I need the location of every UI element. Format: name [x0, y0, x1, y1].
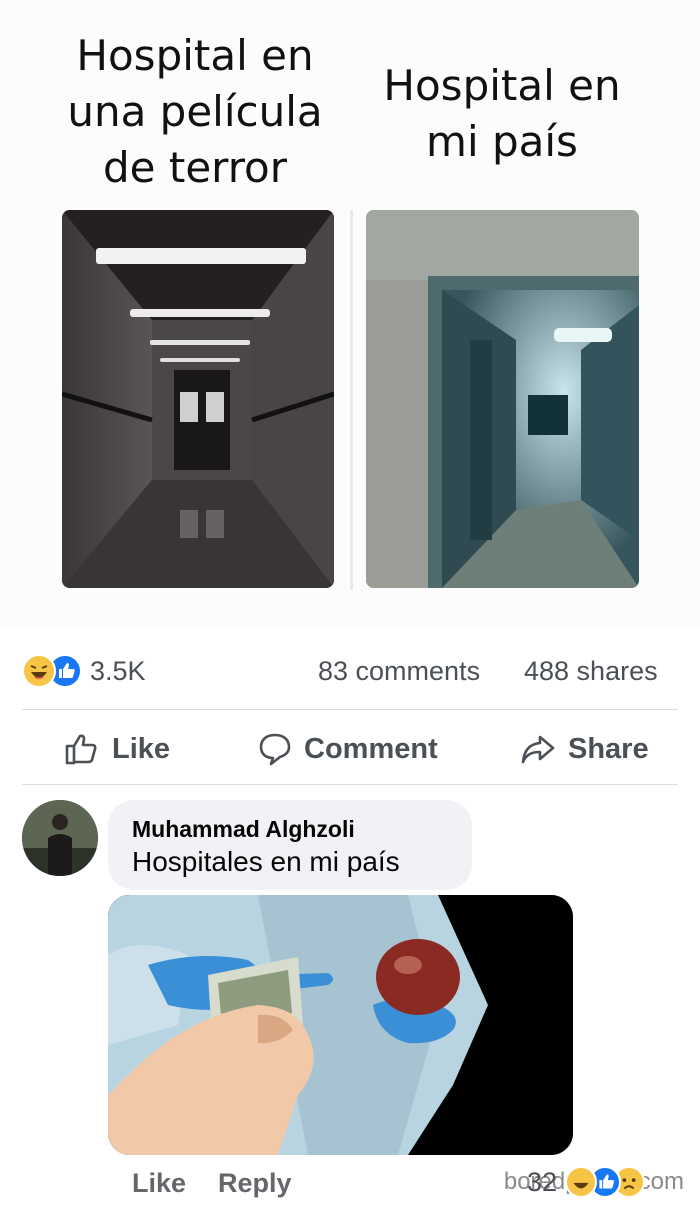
haha-reaction-icon [22, 654, 56, 688]
share-button-label: Share [568, 732, 649, 765]
meme-left-caption: Hospital en una película de terror [67, 31, 323, 192]
comment-text: Hospitales en mi país [132, 846, 400, 877]
share-button[interactable]: Share [520, 731, 649, 767]
meme-image: Hospital en una película de terror Hospi… [0, 0, 700, 628]
actions-divider [22, 784, 678, 785]
like-button[interactable]: Like [64, 731, 170, 767]
thumbs-up-icon [64, 731, 100, 767]
post-comments-count[interactable]: 83 comments [318, 656, 480, 687]
comment-button-label: Comment [304, 732, 438, 765]
comment-bubble: Muhammad Alghzoli Hospitales en mi país [108, 800, 472, 890]
avatar[interactable] [22, 800, 98, 876]
movie-hospital-photo [62, 210, 334, 588]
comment-reactions[interactable]: 32 [527, 1165, 687, 1199]
comment-button[interactable]: Comment [258, 731, 438, 767]
comment-image[interactable] [108, 895, 573, 1155]
haha-reaction-icon [565, 1166, 597, 1198]
share-arrow-icon [520, 731, 556, 767]
stats-divider [22, 709, 678, 710]
post-shares-count[interactable]: 488 shares [524, 656, 658, 687]
speech-bubble-icon [258, 731, 292, 767]
comment-reply-link[interactable]: Reply [218, 1168, 292, 1199]
like-button-label: Like [112, 732, 171, 765]
post-reactions-count[interactable]: 3.5K [90, 656, 146, 687]
comment-author[interactable]: Muhammad Alghzoli [132, 816, 355, 843]
comment-reactions-count: 32 [527, 1167, 558, 1197]
meme-right-caption: Hospital en mi país [383, 61, 621, 166]
meme-divider [350, 210, 353, 590]
comment-like-link[interactable]: Like [132, 1168, 186, 1199]
country-hospital-photo [366, 210, 639, 588]
